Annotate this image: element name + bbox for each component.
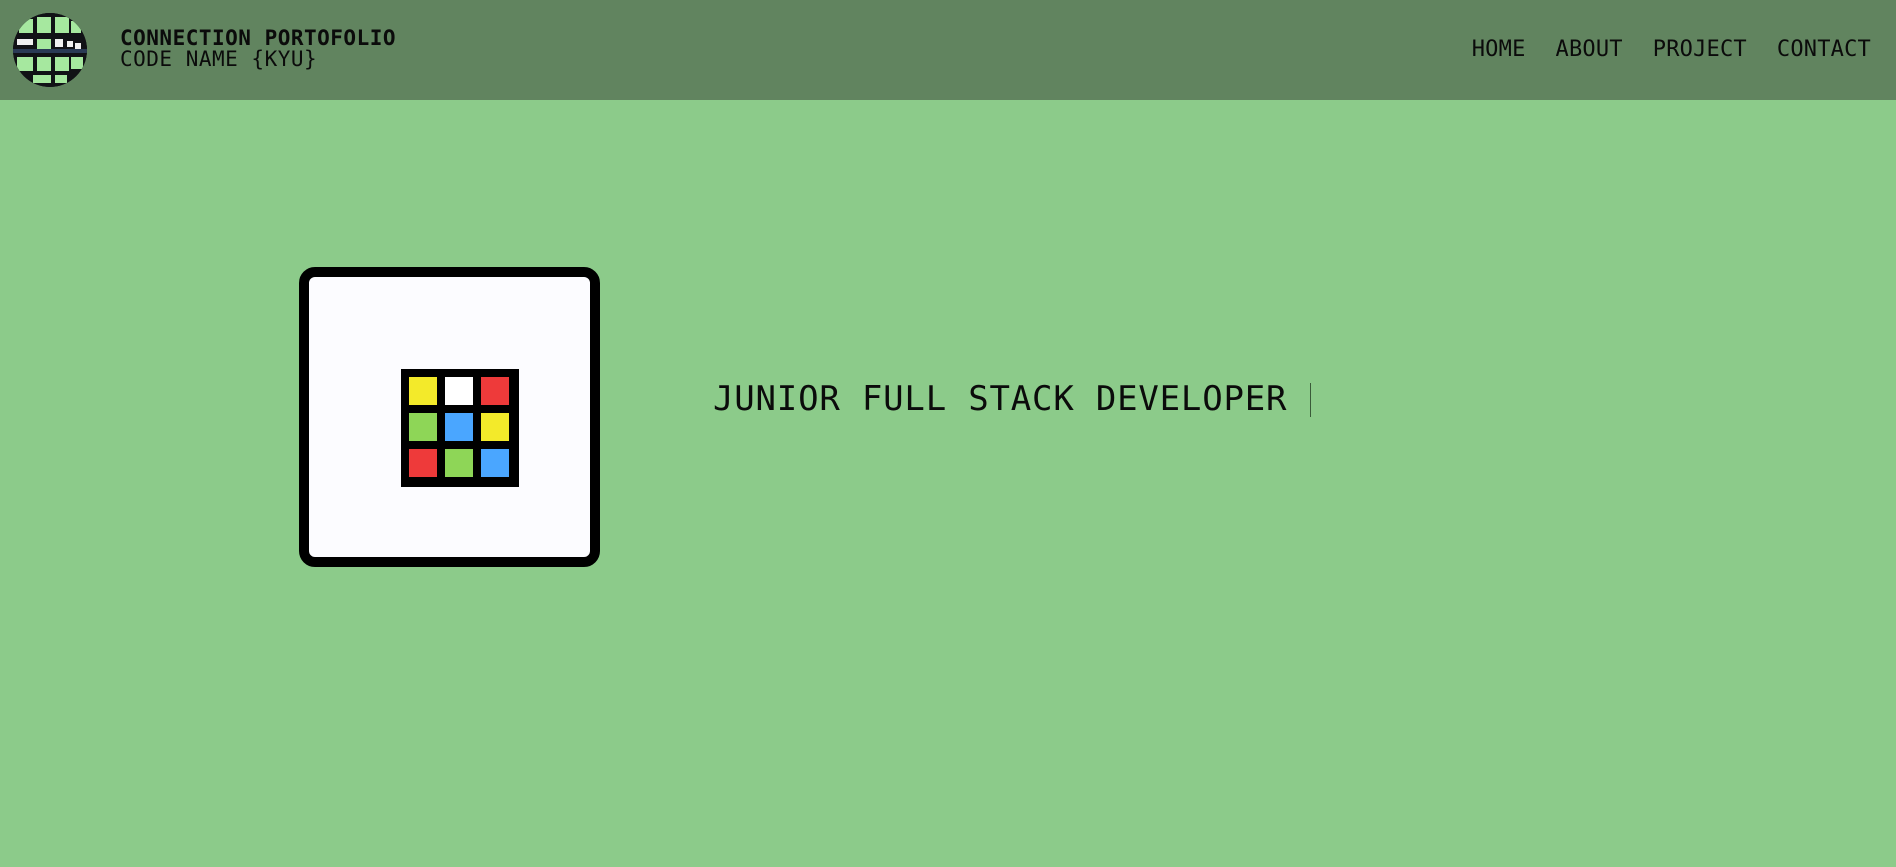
- brand: CONNECTION PORTOFOLIO CODE NAME {KYU}: [120, 28, 396, 70]
- avatar-card: [299, 267, 600, 567]
- cube-tile: [409, 449, 437, 477]
- cube-tile: [481, 449, 509, 477]
- main-nav: HOME ABOUT PROJECT CONTACT: [1472, 37, 1871, 62]
- typing-cursor: [1310, 383, 1311, 417]
- cube-tile: [445, 449, 473, 477]
- cube-tile: [409, 413, 437, 441]
- site-title: CONNECTION PORTOFOLIO: [120, 26, 397, 50]
- cube-tile: [481, 413, 509, 441]
- site-subtitle: CODE NAME {KYU}: [120, 47, 318, 71]
- nav-contact-link[interactable]: CONTACT: [1777, 37, 1871, 62]
- navbar: CONNECTION PORTOFOLIO CODE NAME {KYU} HO…: [0, 0, 1896, 100]
- cube-tile: [409, 377, 437, 405]
- cube-tile: [481, 377, 509, 405]
- nav-project-link[interactable]: PROJECT: [1653, 37, 1747, 62]
- cube-tile: [445, 413, 473, 441]
- pixel-grid-logo-icon[interactable]: [13, 13, 87, 87]
- cube-tile: [445, 377, 473, 405]
- rubiks-cube-icon: [401, 369, 519, 487]
- nav-home-link[interactable]: HOME: [1472, 37, 1526, 62]
- page: CONNECTION PORTOFOLIO CODE NAME {KYU} HO…: [0, 0, 1896, 867]
- nav-about-link[interactable]: ABOUT: [1556, 37, 1623, 62]
- role-headline: JUNIOR FULL STACK DEVELOPER: [713, 379, 1288, 419]
